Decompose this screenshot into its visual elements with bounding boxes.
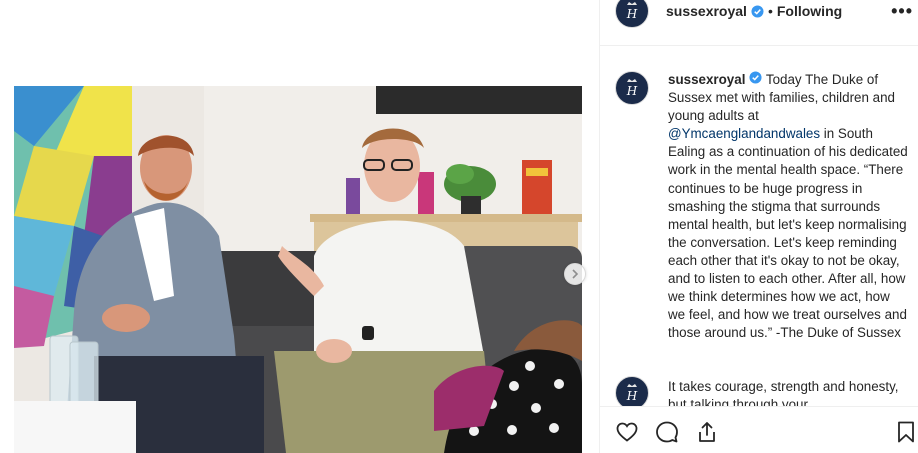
svg-text:H: H	[626, 84, 638, 98]
share-button[interactable]	[694, 419, 720, 445]
action-bar	[600, 406, 918, 453]
heart-icon	[616, 422, 638, 442]
post-photo[interactable]	[14, 86, 582, 453]
svg-text:H: H	[626, 7, 638, 21]
photo-illustration	[14, 86, 582, 453]
separator-dot: •	[767, 3, 773, 19]
svg-text:H: H	[626, 389, 638, 403]
carousel-next-button[interactable]	[564, 263, 586, 285]
comment-avatar[interactable]: H	[615, 376, 649, 406]
royal-monogram-icon: H	[626, 384, 638, 403]
royal-monogram-icon: H	[626, 79, 638, 98]
comment-button[interactable]	[654, 419, 680, 445]
caption-avatar[interactable]: H	[615, 71, 649, 105]
save-button[interactable]	[893, 419, 918, 445]
media-column	[0, 0, 599, 453]
mention-link[interactable]: @Ymcaenglandandwales	[668, 126, 820, 141]
share-icon	[699, 422, 715, 442]
caption-username[interactable]: sussexroyal	[668, 72, 745, 87]
speech-bubble-icon	[656, 421, 678, 443]
caption-text-end: in South Ealing as a continuation of his…	[668, 126, 908, 341]
avatar[interactable]: H	[615, 0, 649, 28]
verified-badge-icon	[751, 4, 764, 18]
comments-section[interactable]: H sussexroyal Today The Duke of Sussex m…	[600, 47, 918, 406]
like-button[interactable]	[614, 419, 640, 445]
comment-text: It takes courage, strength and honesty, …	[668, 379, 899, 406]
verified-badge-icon	[749, 71, 762, 84]
post-username[interactable]: sussexroyal	[666, 3, 747, 19]
chevron-right-icon	[572, 269, 579, 279]
post-author-line: sussexroyal • Following	[666, 3, 842, 19]
post-header: H sussexroyal • Following •••	[600, 0, 918, 46]
post-caption: sussexroyal Today The Duke of Sussex met…	[668, 71, 908, 342]
bookmark-icon	[898, 421, 914, 443]
royal-monogram-icon: H	[626, 2, 638, 21]
more-options-button[interactable]: •••	[891, 1, 913, 22]
post-side-panel: H sussexroyal • Following ••• H sussexro…	[599, 0, 918, 453]
following-button[interactable]: Following	[777, 3, 842, 19]
